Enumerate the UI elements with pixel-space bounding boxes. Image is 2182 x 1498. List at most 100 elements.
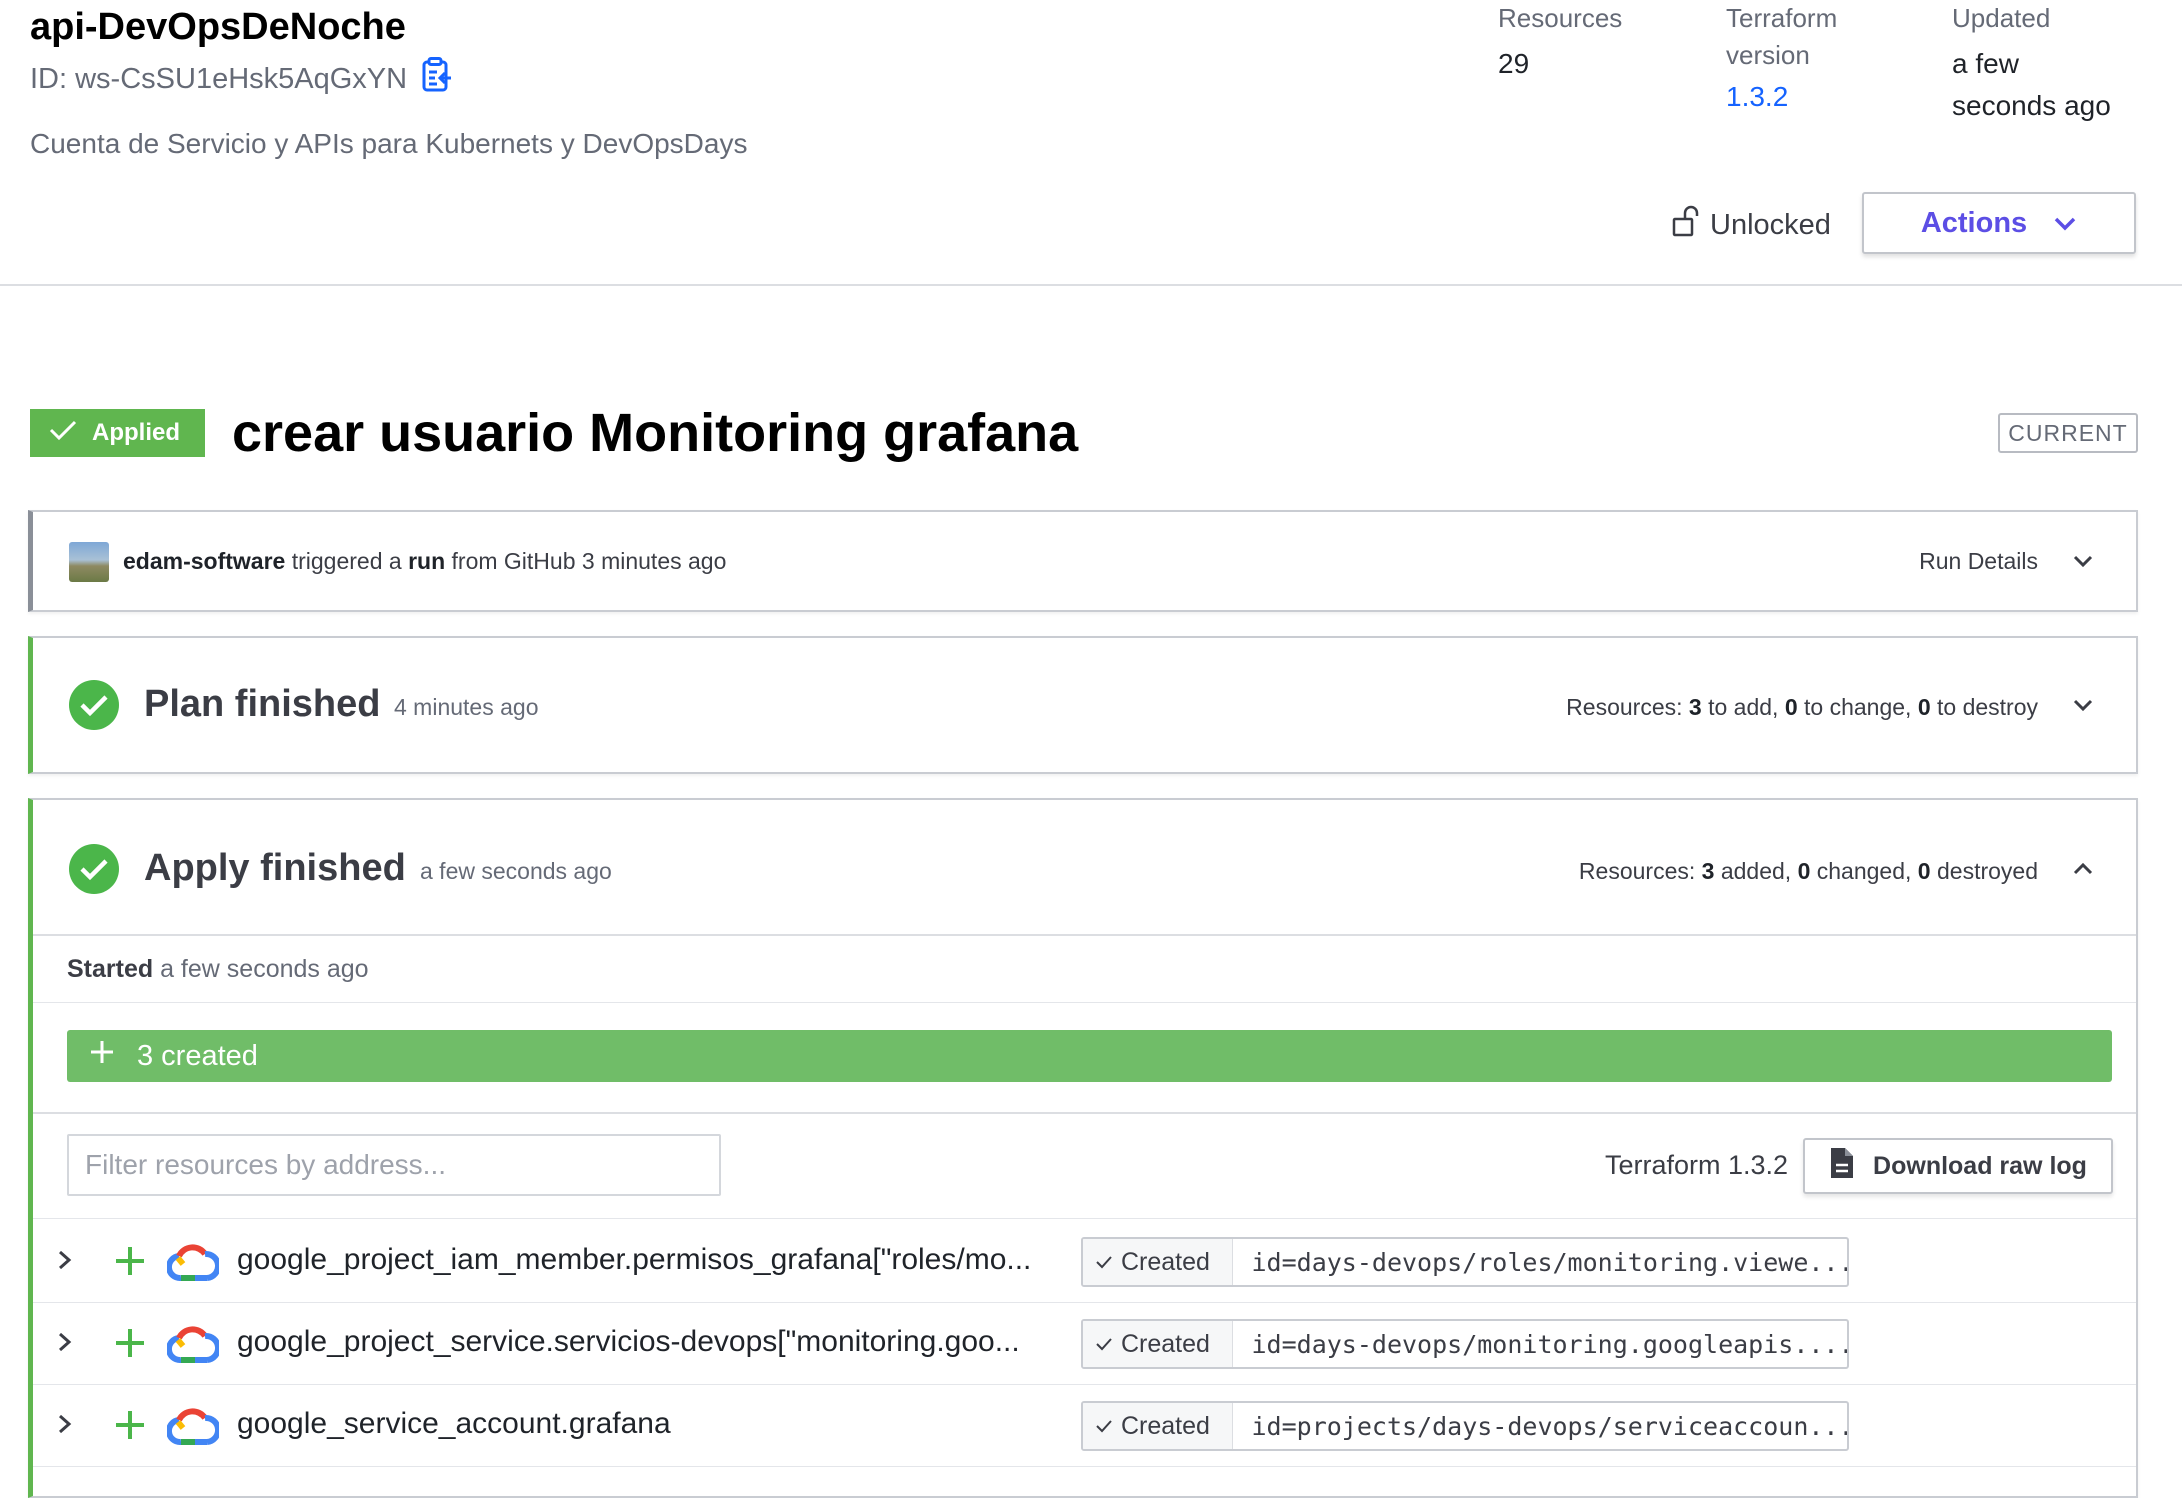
plan-destroy-count: 0	[1917, 694, 1931, 720]
trigger-text: edam-software triggered a run from GitHu…	[123, 548, 726, 575]
current-badge: CURRENT	[1998, 413, 2138, 453]
chevron-down-icon[interactable]	[2068, 546, 2098, 576]
resource-status-label: Created	[1121, 1247, 1210, 1276]
filter-resources-input[interactable]	[67, 1134, 721, 1196]
resource-address[interactable]: google_project_iam_member.permisos_grafa…	[237, 1243, 1087, 1277]
google-cloud-icon	[165, 1406, 221, 1446]
created-summary-bar[interactable]: 3 created	[67, 1030, 2112, 1082]
apply-added-count: 3	[1701, 858, 1715, 884]
run-trigger-card[interactable]: edam-software triggered a run from GitHu…	[28, 510, 2138, 612]
resource-address[interactable]: google_service_account.grafana	[237, 1407, 1087, 1441]
divider	[33, 934, 2136, 936]
apply-title: Apply finished	[144, 847, 406, 889]
plan-res-prefix: Resources:	[1566, 694, 1689, 720]
plan-title: Plan finished	[144, 683, 381, 725]
chevron-right-icon[interactable]	[55, 1328, 75, 1356]
resource-status-pill: Created id=days-devops/monitoring.google…	[1081, 1319, 1849, 1369]
unlock-icon	[1672, 205, 1700, 245]
apply-changed-label: changed,	[1810, 858, 1918, 884]
resource-id: id=projects/days-devops/serviceaccoun...	[1251, 1411, 1847, 1441]
download-raw-log-label: Download raw log	[1873, 1151, 2087, 1180]
file-icon	[1829, 1146, 1855, 1187]
terraform-version-label: Terraform 1.3.2	[1605, 1150, 1789, 1180]
plan-add-count: 3	[1688, 694, 1702, 720]
started-label: Started	[67, 955, 154, 983]
divider	[33, 1002, 2136, 1003]
chevron-up-icon[interactable]	[2068, 854, 2098, 884]
plan-add-label: to add,	[1701, 694, 1785, 720]
chevron-right-icon[interactable]	[55, 1410, 75, 1438]
resource-address[interactable]: google_project_service.servicios-devops[…	[237, 1325, 1087, 1359]
workspace-id-text: ID: ws-CsSU1eHsk5AqGxYN	[30, 62, 408, 95]
download-raw-log-button[interactable]: Download raw log	[1803, 1138, 2113, 1194]
resource-status: Created	[1083, 1321, 1234, 1367]
status-badge: Applied	[30, 409, 205, 457]
tf-version-link[interactable]: 1.3.2	[1726, 76, 1866, 118]
plan-card[interactable]: Plan finished 4 minutes ago Resources: 3…	[28, 636, 2138, 774]
meta-updated: Updated a few seconds ago	[1952, 0, 2142, 127]
plus-icon	[89, 1039, 115, 1073]
meta-resources: Resources 29	[1498, 0, 1622, 85]
trigger-text-2: from GitHub 3 minutes ago	[445, 548, 727, 574]
resource-status-label: Created	[1121, 1329, 1210, 1358]
plus-icon	[113, 1244, 147, 1278]
updated-value-1: a few	[1952, 48, 2019, 79]
resource-status-pill: Created id=projects/days-devops/servicea…	[1081, 1401, 1849, 1451]
check-icon	[1095, 1248, 1113, 1277]
header-divider	[0, 284, 2182, 286]
chevron-down-icon	[2053, 207, 2077, 240]
tf-version-label-1: Terraform	[1726, 3, 1838, 33]
check-icon	[48, 418, 78, 449]
divider	[33, 1218, 2136, 1219]
avatar	[69, 542, 109, 582]
workspace-name: api-DevOpsDeNoche	[30, 6, 406, 48]
apply-added-label: added,	[1714, 858, 1798, 884]
started-text: Started a few seconds ago	[67, 955, 369, 984]
actions-button[interactable]: Actions	[1862, 192, 2136, 254]
workspace-id: ID: ws-CsSU1eHsk5AqGxYN	[30, 57, 453, 101]
trigger-run-word: run	[408, 548, 446, 574]
resource-status-pill: Created id=days-devops/roles/monitoring.…	[1081, 1237, 1849, 1287]
chevron-right-icon[interactable]	[55, 1246, 75, 1274]
updated-value-2: seconds ago	[1952, 90, 2111, 121]
tf-version-label-2: version	[1726, 40, 1810, 70]
resource-status: Created	[1083, 1403, 1234, 1449]
apply-destroyed-count: 0	[1917, 858, 1931, 884]
google-cloud-icon	[165, 1324, 221, 1364]
actions-label: Actions	[1920, 206, 2028, 239]
resource-status: Created	[1083, 1239, 1234, 1285]
plus-icon	[113, 1326, 147, 1360]
run-details-label[interactable]: Run Details	[1919, 548, 2038, 575]
check-icon	[1095, 1412, 1113, 1441]
apply-changed-count: 0	[1797, 858, 1811, 884]
plan-time: 4 minutes ago	[394, 694, 539, 720]
status-badge-label: Applied	[92, 419, 180, 446]
resources-label: Resources	[1498, 3, 1623, 33]
resource-status-label: Created	[1121, 1411, 1210, 1440]
plan-change-label: to change,	[1797, 694, 1918, 720]
apply-resources-summary: Resources: 3 added, 0 changed, 0 destroy…	[1579, 858, 2038, 885]
resource-row[interactable]: google_service_account.grafana Created i…	[33, 1384, 2136, 1467]
clipboard-icon[interactable]	[421, 57, 453, 101]
run-title: crear usuario Monitoring grafana	[232, 403, 1079, 463]
resource-id: id=days-devops/monitoring.googleapis....	[1251, 1329, 1847, 1359]
updated-label: Updated	[1952, 3, 2051, 33]
meta-terraform-version: Terraform version 1.3.2	[1726, 0, 1866, 118]
resource-row[interactable]: google_project_service.servicios-devops[…	[33, 1302, 2136, 1385]
resource-row[interactable]: google_project_iam_member.permisos_grafa…	[33, 1220, 2136, 1303]
divider	[33, 1112, 2136, 1114]
started-time: a few seconds ago	[153, 955, 369, 983]
lock-status[interactable]: Unlocked	[1672, 205, 1831, 245]
apply-card: Apply finished a few seconds ago Resourc…	[28, 798, 2138, 1498]
trigger-user[interactable]: edam-software	[123, 548, 285, 574]
resources-value: 29	[1498, 48, 1530, 79]
lock-status-label: Unlocked	[1710, 208, 1831, 241]
resource-id: id=days-devops/roles/monitoring.viewe...	[1251, 1247, 1847, 1277]
apply-destroyed-label: destroyed	[1930, 858, 2038, 884]
plan-resources-summary: Resources: 3 to add, 0 to change, 0 to d…	[1566, 694, 2038, 721]
apply-res-prefix: Resources:	[1578, 858, 1702, 884]
check-circle-icon	[69, 844, 119, 894]
trigger-text-1: triggered a	[285, 548, 409, 574]
workspace-description: Cuenta de Servicio y APIs para Kubernets…	[30, 128, 748, 159]
chevron-down-icon[interactable]	[2068, 690, 2098, 720]
